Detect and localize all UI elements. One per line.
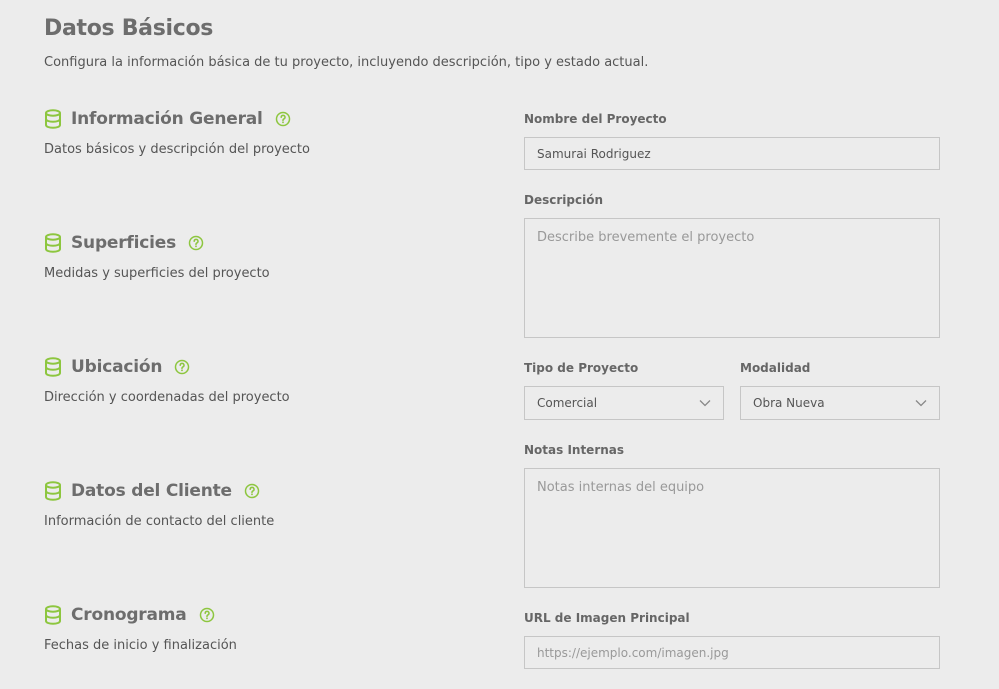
database-icon bbox=[44, 109, 62, 129]
help-circle-icon[interactable] bbox=[244, 483, 260, 499]
section-superficies: Superficies Medidas y superficies del pr… bbox=[44, 230, 464, 281]
page-subtitle: Configura la información básica de tu pr… bbox=[44, 55, 649, 70]
section-description: Fechas de inicio y finalización bbox=[44, 638, 237, 653]
project-name-input[interactable] bbox=[524, 137, 940, 170]
section-title: Superficies bbox=[71, 233, 177, 253]
chevron-down-icon bbox=[699, 399, 711, 407]
project-type-label: Tipo de Proyecto bbox=[524, 361, 639, 375]
modality-value: Obra Nueva bbox=[753, 396, 825, 410]
page-title: Datos Básicos bbox=[44, 16, 214, 41]
database-icon bbox=[44, 357, 62, 377]
modality-select[interactable]: Obra Nueva bbox=[740, 386, 940, 420]
section-description: Dirección y coordenadas del proyecto bbox=[44, 390, 290, 405]
image-url-label: URL de Imagen Principal bbox=[524, 611, 690, 625]
help-circle-icon[interactable] bbox=[188, 235, 204, 251]
section-title: Ubicación bbox=[71, 357, 163, 377]
project-type-select[interactable]: Comercial bbox=[524, 386, 724, 420]
section-cronograma: Cronograma Fechas de inicio y finalizaci… bbox=[44, 602, 464, 653]
chevron-down-icon bbox=[915, 399, 927, 407]
modality-label: Modalidad bbox=[740, 361, 811, 375]
section-title: Cronograma bbox=[71, 605, 187, 625]
help-circle-icon[interactable] bbox=[199, 607, 215, 623]
section-description: Datos básicos y descripción del proyecto bbox=[44, 142, 310, 157]
database-icon bbox=[44, 481, 62, 501]
internal-notes-label: Notas Internas bbox=[524, 443, 625, 457]
project-type-value: Comercial bbox=[537, 396, 598, 410]
section-ubicacion: Ubicación Dirección y coordenadas del pr… bbox=[44, 354, 464, 405]
section-description: Información de contacto del cliente bbox=[44, 514, 275, 529]
section-title: Información General bbox=[71, 109, 263, 129]
description-label: Descripción bbox=[524, 193, 603, 207]
section-title: Datos del Cliente bbox=[71, 481, 232, 501]
section-description: Medidas y superficies del proyecto bbox=[44, 266, 270, 281]
section-informacion-general: Información General Datos básicos y desc… bbox=[44, 106, 464, 157]
project-name-label: Nombre del Proyecto bbox=[524, 112, 667, 126]
help-circle-icon[interactable] bbox=[174, 359, 190, 375]
internal-notes-textarea[interactable] bbox=[524, 468, 940, 588]
image-url-input[interactable] bbox=[524, 636, 940, 669]
section-datos-del-cliente: Datos del Cliente Información de contact… bbox=[44, 478, 464, 529]
database-icon bbox=[44, 605, 62, 625]
database-icon bbox=[44, 233, 62, 253]
help-circle-icon[interactable] bbox=[275, 111, 291, 127]
description-textarea[interactable] bbox=[524, 218, 940, 338]
